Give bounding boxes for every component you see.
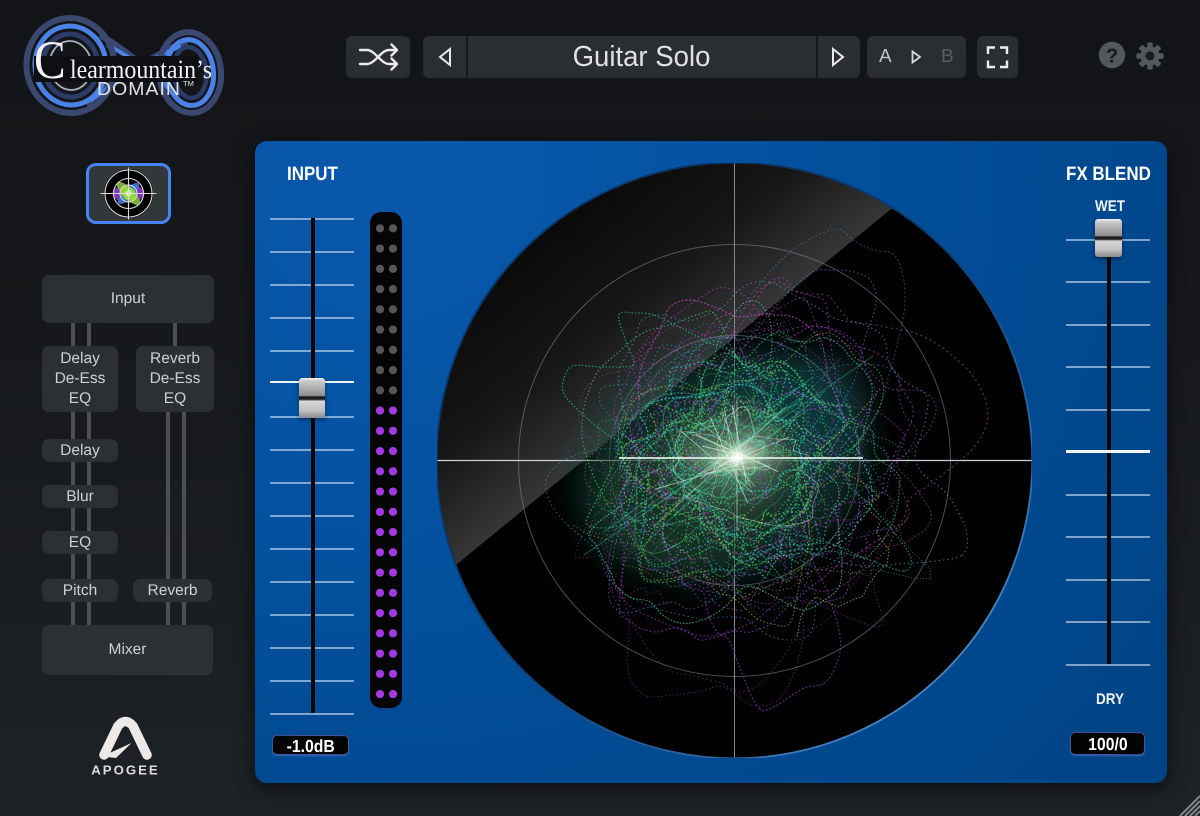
- svg-text:?: ?: [1106, 46, 1118, 68]
- svg-text:TM: TM: [183, 79, 194, 88]
- svg-text:C: C: [34, 31, 66, 90]
- svg-text:APOGEE: APOGEE: [91, 763, 159, 778]
- svg-text:DOMAIN: DOMAIN: [97, 79, 181, 99]
